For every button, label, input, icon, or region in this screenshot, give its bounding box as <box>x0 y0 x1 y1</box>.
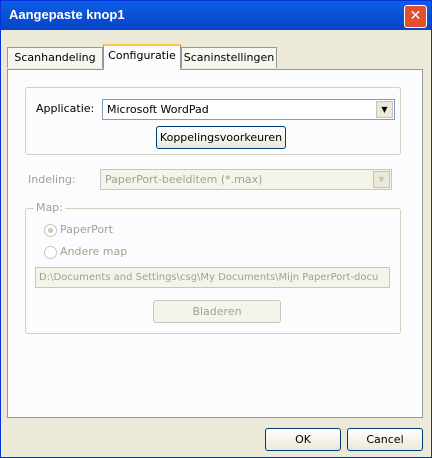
application-select[interactable]: Microsoft WordPad ▼ <box>102 99 395 120</box>
radio-other-folder[interactable] <box>44 246 57 259</box>
tab-configuratie[interactable]: Configuratie <box>103 44 181 70</box>
radio-other-folder-label: Andere map <box>60 245 128 258</box>
format-label: Indeling: <box>28 173 76 186</box>
format-select[interactable]: PaperPort-beelditem (*.max) ▼ <box>100 169 392 190</box>
close-button[interactable]: ✕ <box>404 5 427 28</box>
application-group: Applicatie: Microsoft WordPad ▼ Koppelin… <box>25 87 401 155</box>
folder-group: Map: PaperPort Andere map D:\Documents a… <box>25 201 401 334</box>
folder-path-field[interactable]: D:\Documents and Settings\csg\My Documen… <box>35 267 390 288</box>
window-title: Aangepaste knop1 <box>9 7 125 22</box>
application-value: Microsoft WordPad <box>107 103 209 116</box>
application-label: Applicatie: <box>36 102 95 115</box>
radio-paperport-label: PaperPort <box>60 223 113 236</box>
title-bar[interactable]: Aangepaste knop1 ✕ <box>1 1 431 30</box>
tab-scanhandeling[interactable]: Scanhandeling <box>7 47 103 68</box>
radio-paperport[interactable] <box>44 224 57 237</box>
browse-button[interactable]: Bladeren <box>153 300 281 323</box>
ok-button[interactable]: OK <box>265 428 341 451</box>
chevron-down-icon[interactable]: ▼ <box>376 101 393 118</box>
link-preferences-button[interactable]: Koppelingsvoorkeuren <box>156 126 286 149</box>
tab-scaninstellingen[interactable]: Scaninstellingen <box>181 47 277 68</box>
dialog-window: Aangepaste knop1 ✕ Scanhandeling Configu… <box>0 0 432 458</box>
close-icon: ✕ <box>409 8 422 24</box>
tab-panel: Applicatie: Microsoft WordPad ▼ Koppelin… <box>7 69 423 418</box>
folder-legend: Map: <box>34 201 65 214</box>
cancel-button[interactable]: Cancel <box>347 428 423 451</box>
format-value: PaperPort-beelditem (*.max) <box>105 173 263 186</box>
chevron-down-icon[interactable]: ▼ <box>373 171 390 188</box>
